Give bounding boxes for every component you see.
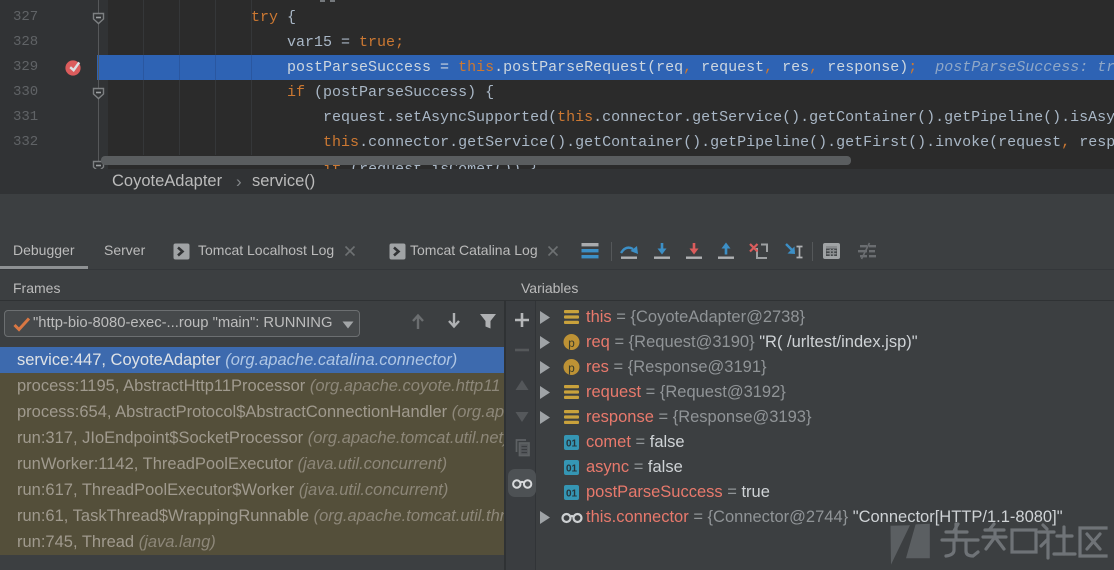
svg-text:p: p bbox=[568, 337, 575, 351]
svg-text:01: 01 bbox=[566, 489, 578, 500]
svg-text:p: p bbox=[568, 362, 575, 376]
svg-text:01: 01 bbox=[566, 464, 578, 475]
svg-text:01: 01 bbox=[566, 439, 578, 450]
